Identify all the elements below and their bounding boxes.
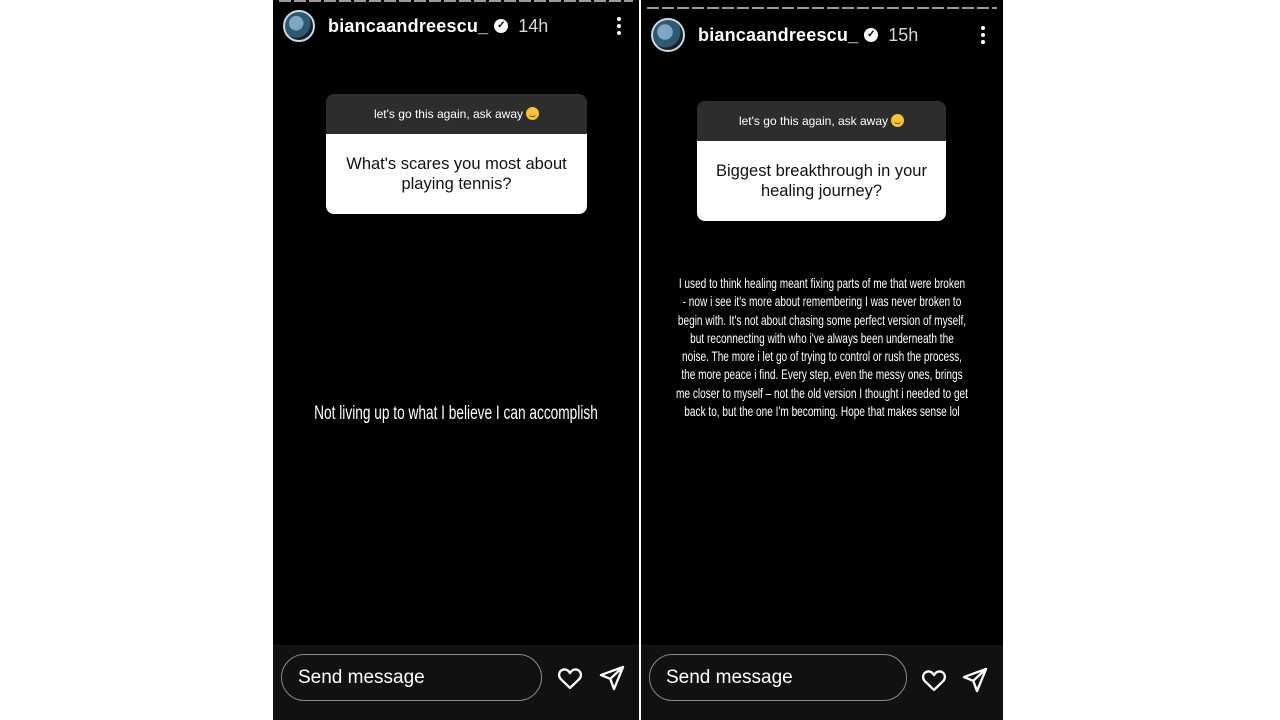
smiling-face-emoji-icon	[891, 114, 905, 127]
story-panel-left[interactable]: biancaandreescu_ ✓ 14h let's go this aga…	[273, 0, 639, 720]
question-sticker: let's go this again, ask away What's sca…	[326, 94, 587, 214]
paper-plane-icon[interactable]	[598, 664, 626, 692]
story-footer	[641, 645, 1003, 720]
story-progress-bar	[647, 7, 997, 9]
avatar[interactable]	[651, 18, 685, 52]
story-panel-right[interactable]: biancaandreescu_ ✓ 15h let's go this aga…	[641, 0, 1003, 720]
verified-badge-icon: ✓	[494, 19, 509, 33]
more-options-icon[interactable]	[609, 14, 629, 38]
verified-badge-icon: ✓	[864, 28, 879, 42]
story-header: biancaandreescu_ ✓ 14h	[283, 10, 629, 42]
send-message-input[interactable]	[281, 654, 542, 701]
story-progress-bar	[279, 0, 633, 2]
username[interactable]: biancaandreescu_	[698, 25, 858, 46]
question-sticker-header: let's go this again, ask away	[326, 94, 587, 134]
answer-text: I used to think healing meant fixing par…	[676, 275, 968, 420]
question-text: Biggest breakthrough in your healing jou…	[697, 141, 946, 221]
question-text: What's scares you most about playing ten…	[326, 134, 587, 214]
send-message-input[interactable]	[649, 654, 907, 701]
story-footer	[273, 645, 639, 720]
avatar[interactable]	[283, 10, 315, 42]
heart-icon[interactable]	[556, 664, 584, 692]
question-sticker: let's go this again, ask away Biggest br…	[697, 101, 946, 221]
post-time: 14h	[518, 15, 549, 36]
story-header: biancaandreescu_ ✓ 15h	[651, 18, 993, 52]
heart-icon[interactable]	[920, 666, 948, 694]
question-sticker-header: let's go this again, ask away	[697, 101, 946, 141]
username[interactable]: biancaandreescu_	[328, 16, 488, 37]
paper-plane-icon[interactable]	[961, 666, 989, 694]
answer-text: Not living up to what I believe I can ac…	[314, 403, 598, 424]
more-options-icon[interactable]	[973, 23, 993, 47]
post-time: 15h	[888, 24, 919, 45]
smiling-face-emoji-icon	[526, 107, 540, 120]
